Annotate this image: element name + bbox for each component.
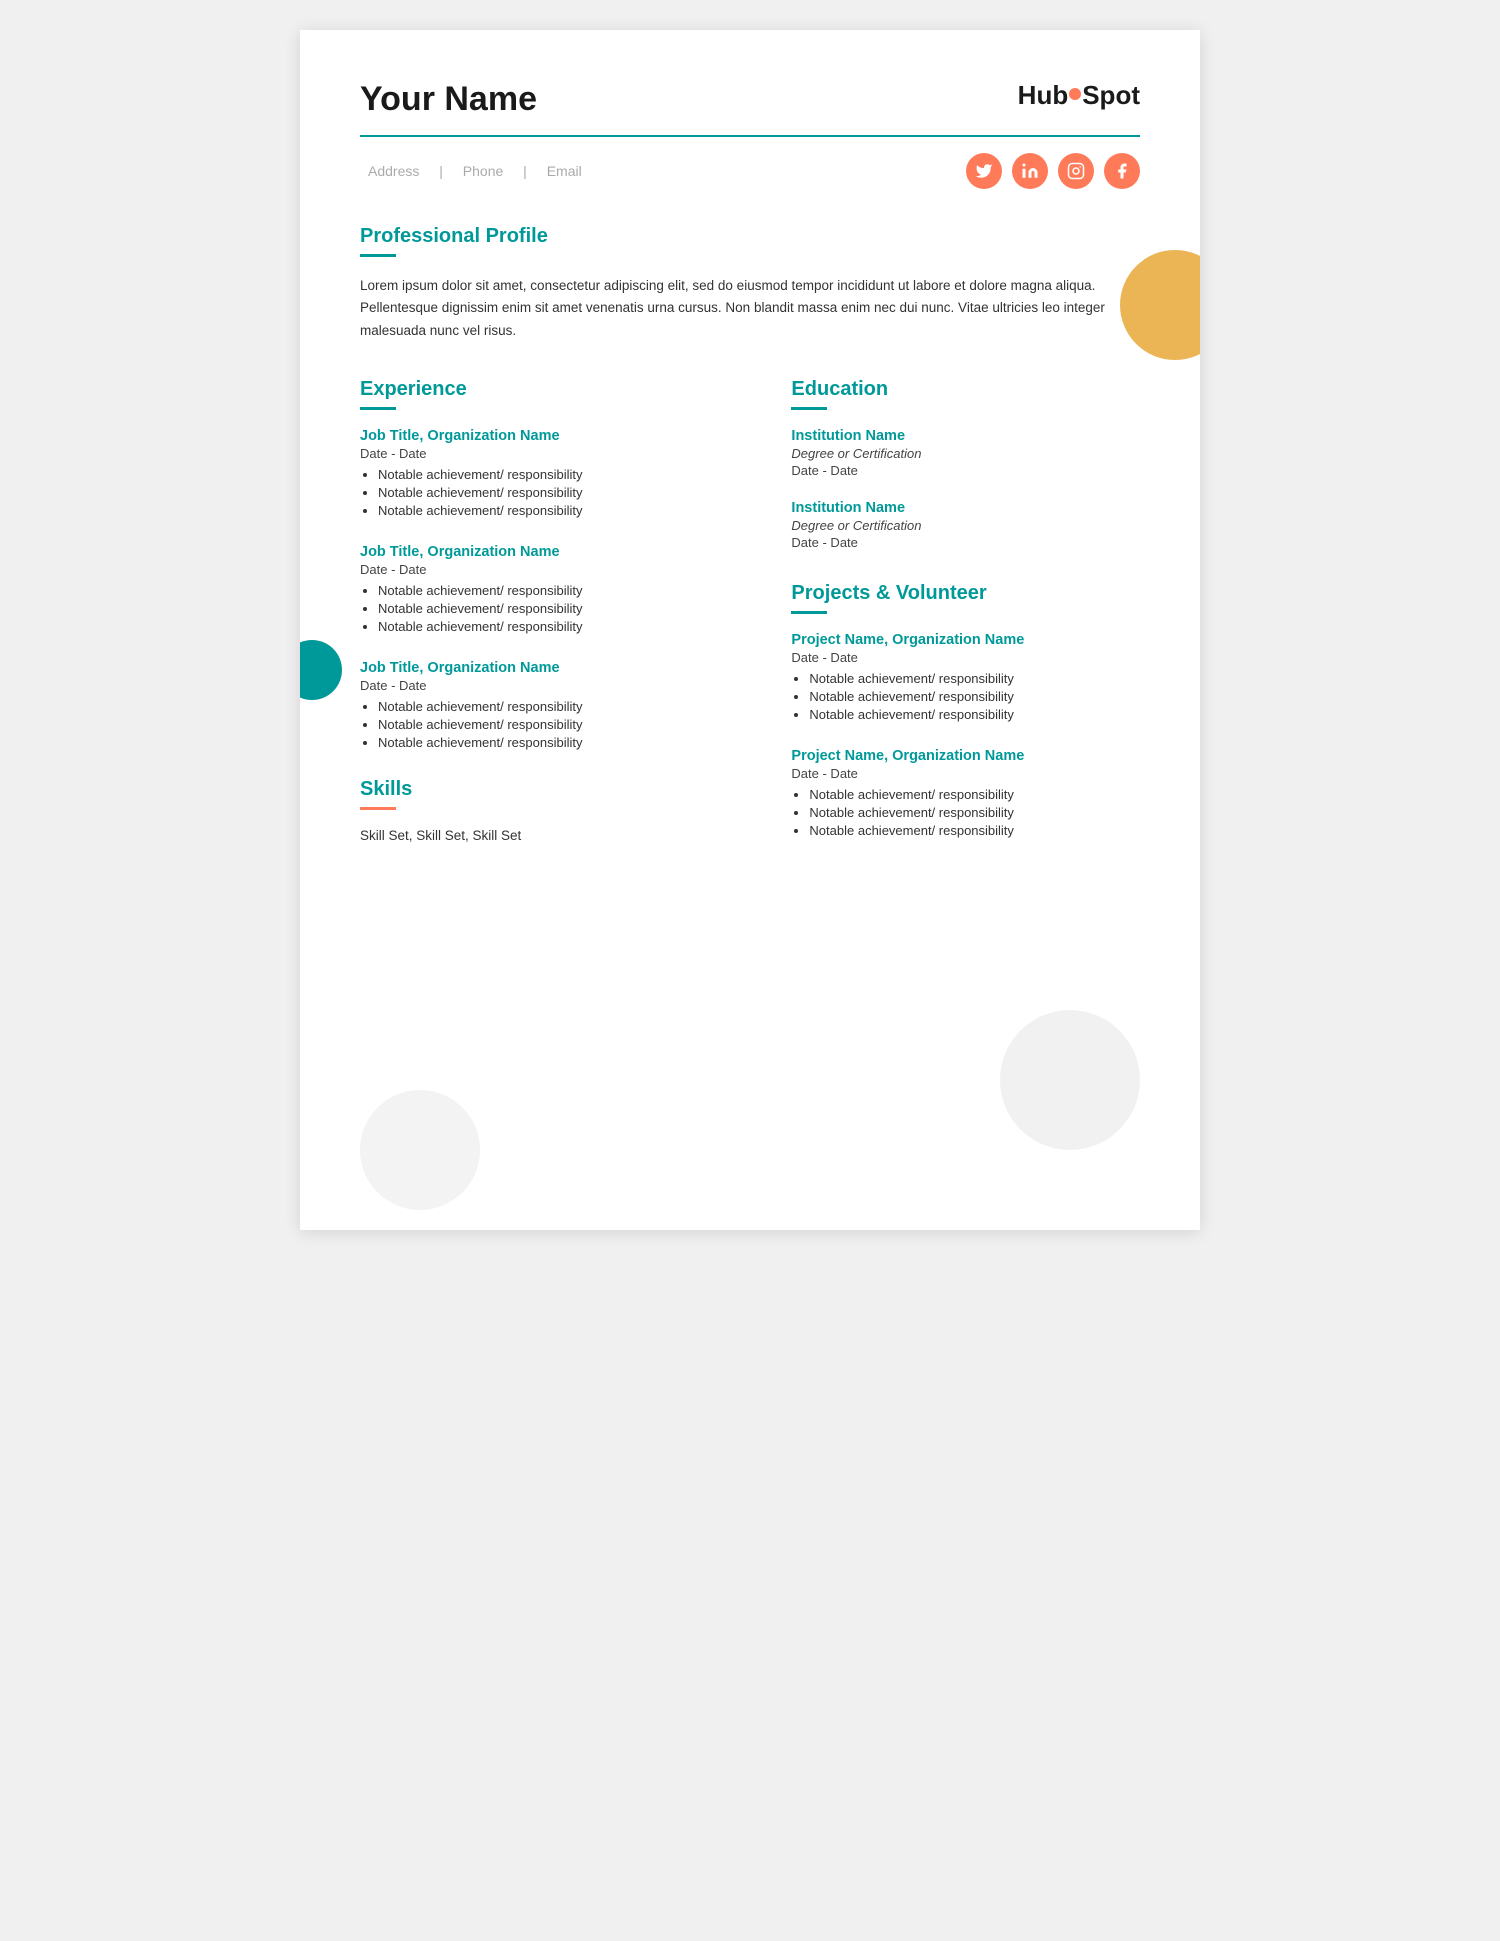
project-entry-2: Project Name, Organization Name Date - D… — [791, 748, 1140, 838]
right-column: Education Institution Name Degree or Cer… — [791, 378, 1140, 864]
separator-1: | — [439, 163, 443, 179]
experience-entry-2: Job Title, Organization Name Date - Date… — [360, 544, 743, 634]
list-item: Notable achievement/ responsibility — [378, 619, 743, 634]
deco-circle-gray-br — [1000, 1010, 1140, 1150]
edu-1-institution: Institution Name — [791, 428, 1140, 444]
phone: Phone — [463, 163, 503, 179]
list-item: Notable achievement/ responsibility — [378, 699, 743, 714]
list-item: Notable achievement/ responsibility — [378, 485, 743, 500]
proj-2-list: Notable achievement/ responsibility Nota… — [791, 787, 1140, 838]
email: Email — [547, 163, 582, 179]
experience-title: Experience — [360, 378, 743, 401]
skills-title: Skills — [360, 778, 743, 801]
linkedin-icon[interactable] — [1012, 153, 1048, 189]
twitter-icon[interactable] — [966, 153, 1002, 189]
edu-1-date: Date - Date — [791, 463, 1140, 478]
list-item: Notable achievement/ responsibility — [809, 707, 1140, 722]
proj-1-title: Project Name, Organization Name — [791, 632, 1140, 648]
projects-section: Projects & Volunteer Project Name, Organ… — [791, 582, 1140, 838]
instagram-icon[interactable] — [1058, 153, 1094, 189]
deco-circle-gray-bl — [360, 1090, 480, 1210]
exp-1-title: Job Title, Organization Name — [360, 428, 743, 444]
edu-2-degree: Degree or Certification — [791, 518, 1140, 533]
header: Your Name Hub Spot — [360, 80, 1140, 119]
edu-entry-2: Institution Name Degree or Certification… — [791, 500, 1140, 550]
two-column-layout: Experience Job Title, Organization Name … — [360, 378, 1140, 864]
edu-2-institution: Institution Name — [791, 500, 1140, 516]
list-item: Notable achievement/ responsibility — [809, 823, 1140, 838]
list-item: Notable achievement/ responsibility — [809, 787, 1140, 802]
exp-1-date: Date - Date — [360, 446, 743, 461]
contact-info: Address | Phone | Email — [360, 163, 590, 179]
experience-entry-1: Job Title, Organization Name Date - Date… — [360, 428, 743, 518]
deco-circle-teal — [300, 640, 342, 700]
skills-text: Skill Set, Skill Set, Skill Set — [360, 828, 743, 843]
exp-2-title: Job Title, Organization Name — [360, 544, 743, 560]
profile-underline — [360, 254, 396, 257]
project-entry-1: Project Name, Organization Name Date - D… — [791, 632, 1140, 722]
list-item: Notable achievement/ responsibility — [809, 689, 1140, 704]
edu-1-degree: Degree or Certification — [791, 446, 1140, 461]
left-column: Experience Job Title, Organization Name … — [360, 378, 743, 864]
skills-underline — [360, 807, 396, 810]
resume-page: Your Name Hub Spot Address | Phone | Emai… — [300, 30, 1200, 1230]
education-section: Education Institution Name Degree or Cer… — [791, 378, 1140, 550]
experience-section: Experience Job Title, Organization Name … — [360, 378, 743, 750]
experience-underline — [360, 407, 396, 410]
proj-2-title: Project Name, Organization Name — [791, 748, 1140, 764]
education-underline — [791, 407, 827, 410]
experience-entry-3: Job Title, Organization Name Date - Date… — [360, 660, 743, 750]
header-divider — [360, 135, 1140, 137]
proj-1-date: Date - Date — [791, 650, 1140, 665]
social-icons — [966, 153, 1140, 189]
exp-3-date: Date - Date — [360, 678, 743, 693]
list-item: Notable achievement/ responsibility — [378, 467, 743, 482]
skills-section: Skills Skill Set, Skill Set, Skill Set — [360, 778, 743, 843]
exp-1-list: Notable achievement/ responsibility Nota… — [360, 467, 743, 518]
full-name: Your Name — [360, 80, 537, 119]
exp-3-list: Notable achievement/ responsibility Nota… — [360, 699, 743, 750]
list-item: Notable achievement/ responsibility — [378, 583, 743, 598]
edu-entry-1: Institution Name Degree or Certification… — [791, 428, 1140, 478]
hub-text: Hub — [1018, 80, 1069, 111]
profile-title: Professional Profile — [360, 225, 1140, 248]
logo-dot — [1069, 88, 1081, 100]
separator-2: | — [523, 163, 527, 179]
list-item: Notable achievement/ responsibility — [378, 601, 743, 616]
profile-text: Lorem ipsum dolor sit amet, consectetur … — [360, 275, 1140, 342]
facebook-icon[interactable] — [1104, 153, 1140, 189]
projects-underline — [791, 611, 827, 614]
proj-1-list: Notable achievement/ responsibility Nota… — [791, 671, 1140, 722]
list-item: Notable achievement/ responsibility — [809, 671, 1140, 686]
education-title: Education — [791, 378, 1140, 401]
hubspot-logo: Hub Spot — [1018, 80, 1140, 111]
profile-section: Professional Profile Lorem ipsum dolor s… — [360, 225, 1140, 342]
contact-row: Address | Phone | Email — [360, 153, 1140, 189]
edu-2-date: Date - Date — [791, 535, 1140, 550]
list-item: Notable achievement/ responsibility — [378, 717, 743, 732]
exp-3-title: Job Title, Organization Name — [360, 660, 743, 676]
list-item: Notable achievement/ responsibility — [378, 503, 743, 518]
spot-text: Spot — [1082, 80, 1140, 111]
exp-2-list: Notable achievement/ responsibility Nota… — [360, 583, 743, 634]
proj-2-date: Date - Date — [791, 766, 1140, 781]
list-item: Notable achievement/ responsibility — [378, 735, 743, 750]
list-item: Notable achievement/ responsibility — [809, 805, 1140, 820]
exp-2-date: Date - Date — [360, 562, 743, 577]
address: Address — [368, 163, 419, 179]
projects-title: Projects & Volunteer — [791, 582, 1140, 605]
